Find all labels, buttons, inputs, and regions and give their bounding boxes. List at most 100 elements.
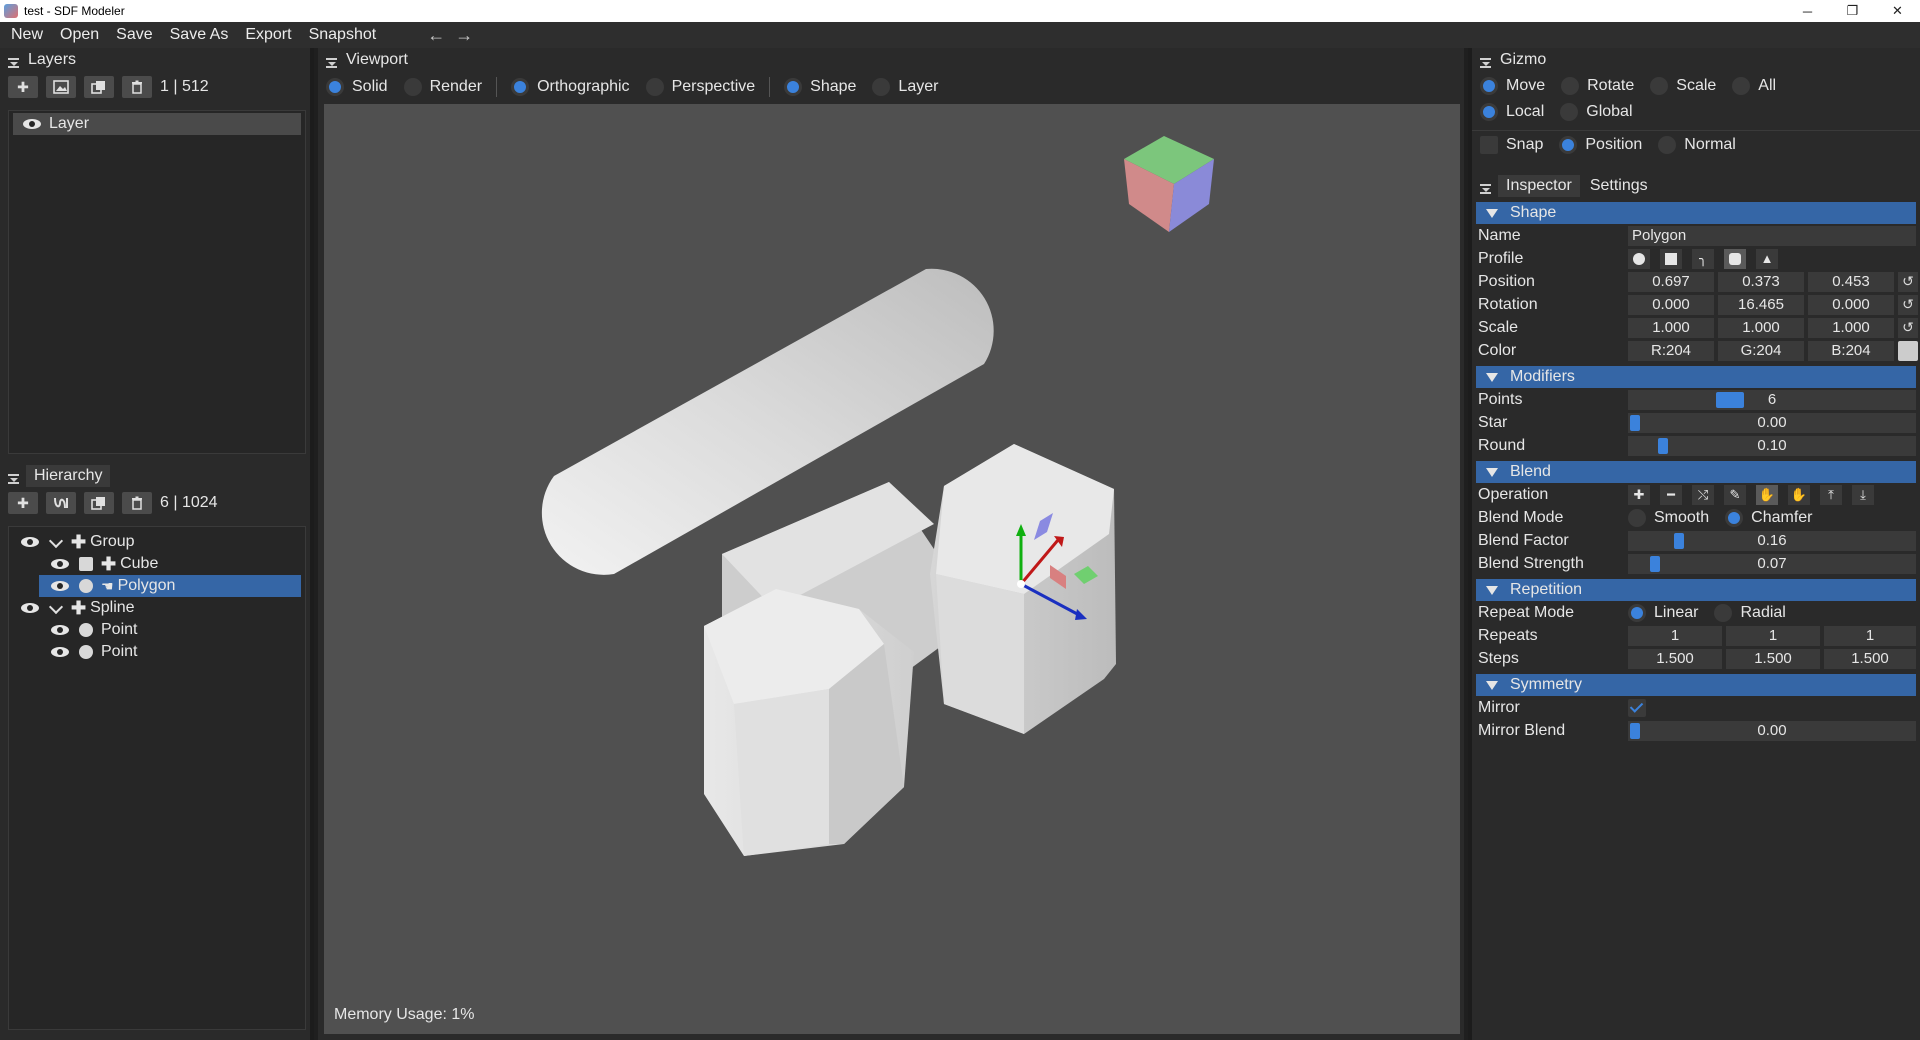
subtract-button[interactable]: ━ xyxy=(1660,484,1682,505)
star-slider[interactable]: 0.00 xyxy=(1628,412,1916,433)
steps-y-field[interactable]: 1.500 xyxy=(1726,648,1820,669)
radio-selected-icon[interactable] xyxy=(1559,136,1578,154)
modifiers-section-header[interactable]: Modifiers xyxy=(1476,366,1916,388)
radio-selected-icon[interactable] xyxy=(1628,603,1646,622)
radio-icon[interactable] xyxy=(1560,103,1579,121)
color-b-field[interactable]: B:204 xyxy=(1808,340,1894,361)
undo-arrow-icon[interactable]: ← xyxy=(422,25,450,46)
color-swatch[interactable] xyxy=(1898,340,1918,361)
radio-icon[interactable] xyxy=(1650,77,1669,95)
delete-node-button[interactable] xyxy=(122,492,152,514)
scale-x-field[interactable]: 1.000 xyxy=(1628,317,1714,338)
viewport-header[interactable]: Viewport xyxy=(318,48,1464,72)
repeats-z-field[interactable]: 1 xyxy=(1824,625,1916,646)
move-up-button[interactable]: ⤒ xyxy=(1820,484,1842,505)
slider-handle[interactable] xyxy=(1650,555,1660,572)
collapse-icon[interactable] xyxy=(8,471,20,484)
capsule-shape[interactable] xyxy=(541,268,994,575)
add-spline-button[interactable] xyxy=(46,492,76,514)
scale-z-field[interactable]: 1.000 xyxy=(1808,317,1894,338)
checkbox-icon[interactable] xyxy=(1480,136,1498,154)
render-option[interactable]: Render xyxy=(403,78,482,96)
menu-snapshot[interactable]: Snapshot xyxy=(303,26,383,44)
profile-square-button[interactable] xyxy=(1660,248,1682,269)
radial-option[interactable]: Radial xyxy=(1714,603,1786,622)
orthographic-option[interactable]: Orthographic xyxy=(511,78,630,96)
radio-icon[interactable] xyxy=(403,78,422,96)
tree-item-spline[interactable]: ✚ Spline xyxy=(9,597,305,619)
slider-handle[interactable] xyxy=(1674,532,1684,549)
tab-inspector[interactable]: Inspector xyxy=(1498,175,1580,197)
local-option[interactable]: Local xyxy=(1480,103,1544,121)
radio-selected-icon[interactable] xyxy=(784,78,803,96)
chamfer-option[interactable]: Chamfer xyxy=(1725,508,1813,527)
close-icon[interactable]: ✕ xyxy=(1875,0,1920,22)
3d-viewport[interactable]: Memory Usage: 1% xyxy=(324,104,1460,1034)
scale-option[interactable]: Scale xyxy=(1650,77,1716,95)
profile-triangle-button[interactable]: ▲ xyxy=(1756,248,1778,269)
hierarchy-header[interactable]: Hierarchy xyxy=(0,464,310,488)
duplicate-layer-button[interactable] xyxy=(84,76,114,98)
mirror-checkbox[interactable] xyxy=(1628,698,1646,717)
radio-selected-icon[interactable] xyxy=(1480,77,1498,95)
tree-item-polygon[interactable]: ☚ Polygon xyxy=(39,575,301,597)
repeats-x-field[interactable]: 1 xyxy=(1628,625,1722,646)
reset-icon[interactable]: ↺ xyxy=(1898,317,1918,338)
shape-option[interactable]: Shape xyxy=(784,78,856,96)
redo-arrow-icon[interactable]: → xyxy=(450,25,478,46)
add-node-button[interactable]: ✚ xyxy=(8,492,38,514)
eye-icon[interactable] xyxy=(21,603,39,613)
union-button[interactable]: ✚ xyxy=(1628,484,1650,505)
menu-save[interactable]: Save xyxy=(110,26,158,44)
tab-settings[interactable]: Settings xyxy=(1590,177,1648,195)
tree-item-point[interactable]: Point xyxy=(9,641,305,663)
menu-new[interactable]: New xyxy=(5,26,49,44)
import-image-button[interactable] xyxy=(46,76,76,98)
reset-icon[interactable]: ↺ xyxy=(1898,294,1918,315)
shape-section-header[interactable]: Shape xyxy=(1476,202,1916,224)
eye-icon[interactable] xyxy=(51,559,69,569)
round-slider[interactable]: 0.10 xyxy=(1628,435,1916,456)
repel-button[interactable]: ✋ xyxy=(1788,484,1810,505)
minimize-icon[interactable]: ─ xyxy=(1785,0,1830,22)
radio-icon[interactable] xyxy=(1561,77,1580,95)
steps-z-field[interactable]: 1.500 xyxy=(1824,648,1916,669)
perspective-option[interactable]: Perspective xyxy=(645,78,755,96)
eye-icon[interactable] xyxy=(21,537,39,547)
reset-icon[interactable]: ↺ xyxy=(1898,271,1918,292)
orientation-cube[interactable] xyxy=(1124,136,1214,232)
solid-option[interactable]: Solid xyxy=(326,78,388,96)
move-option[interactable]: Move xyxy=(1480,77,1545,95)
symmetry-section-header[interactable]: Symmetry xyxy=(1476,674,1916,696)
delete-layer-button[interactable] xyxy=(122,76,152,98)
tree-item-cube[interactable]: ✚ Cube xyxy=(9,553,305,575)
intersect-button[interactable]: ⤭ xyxy=(1692,484,1714,505)
position-y-field[interactable]: 0.373 xyxy=(1718,271,1804,292)
collapse-icon[interactable] xyxy=(8,55,20,68)
radio-icon[interactable] xyxy=(645,78,664,96)
position-x-field[interactable]: 0.697 xyxy=(1628,271,1714,292)
slider-handle[interactable] xyxy=(1630,722,1640,739)
radio-selected-icon[interactable] xyxy=(1725,508,1744,527)
layers-header[interactable]: Layers xyxy=(0,48,310,72)
eye-icon[interactable] xyxy=(51,625,69,635)
paint-button[interactable]: ✎ xyxy=(1724,484,1746,505)
radio-icon[interactable] xyxy=(872,78,891,96)
smooth-option[interactable]: Smooth xyxy=(1628,508,1709,527)
radio-selected-icon[interactable] xyxy=(511,78,530,96)
radio-icon[interactable] xyxy=(1732,77,1751,95)
normal-option[interactable]: Normal xyxy=(1658,136,1736,154)
chevron-down-icon[interactable] xyxy=(49,535,63,549)
steps-x-field[interactable]: 1.500 xyxy=(1628,648,1722,669)
repeats-y-field[interactable]: 1 xyxy=(1726,625,1820,646)
profile-round-button[interactable] xyxy=(1628,248,1650,269)
color-r-field[interactable]: R:204 xyxy=(1628,340,1714,361)
rotation-x-field[interactable]: 0.000 xyxy=(1628,294,1714,315)
eye-icon[interactable] xyxy=(23,119,41,129)
points-slider[interactable]: 6 xyxy=(1628,389,1916,410)
position-option[interactable]: Position xyxy=(1559,136,1642,154)
collapse-icon[interactable] xyxy=(1480,181,1492,194)
duplicate-node-button[interactable] xyxy=(84,492,114,514)
blend-strength-slider[interactable]: 0.07 xyxy=(1628,553,1916,574)
move-down-button[interactable]: ⤓ xyxy=(1852,484,1874,505)
